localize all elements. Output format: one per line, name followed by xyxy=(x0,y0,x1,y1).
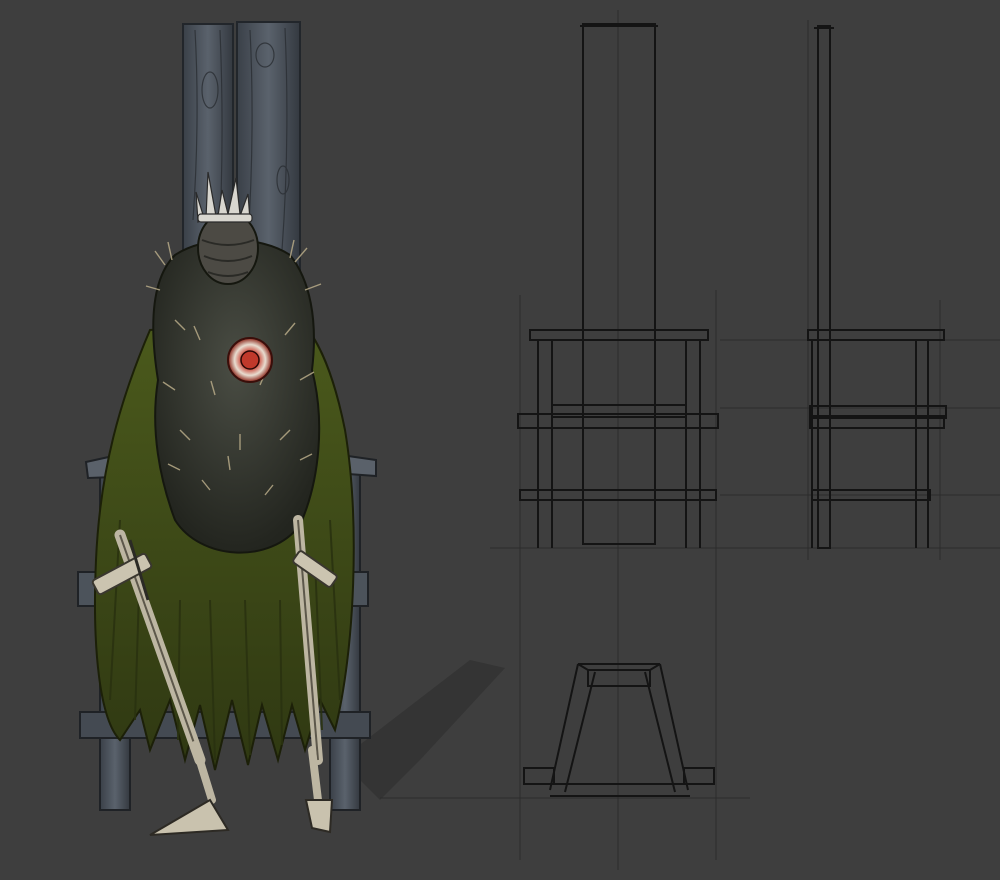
skeletal-legs xyxy=(149,741,334,836)
heart-core xyxy=(240,350,260,370)
artwork-svg xyxy=(77,10,1000,870)
fur-mantle-body xyxy=(152,239,321,554)
top-view-sketch xyxy=(523,663,715,797)
side-view-sketch xyxy=(807,25,947,549)
painted-throne-figure xyxy=(77,21,505,836)
mummified-head xyxy=(197,211,259,285)
concept-art-canvas xyxy=(0,0,1000,880)
construction-guides xyxy=(380,10,1000,870)
